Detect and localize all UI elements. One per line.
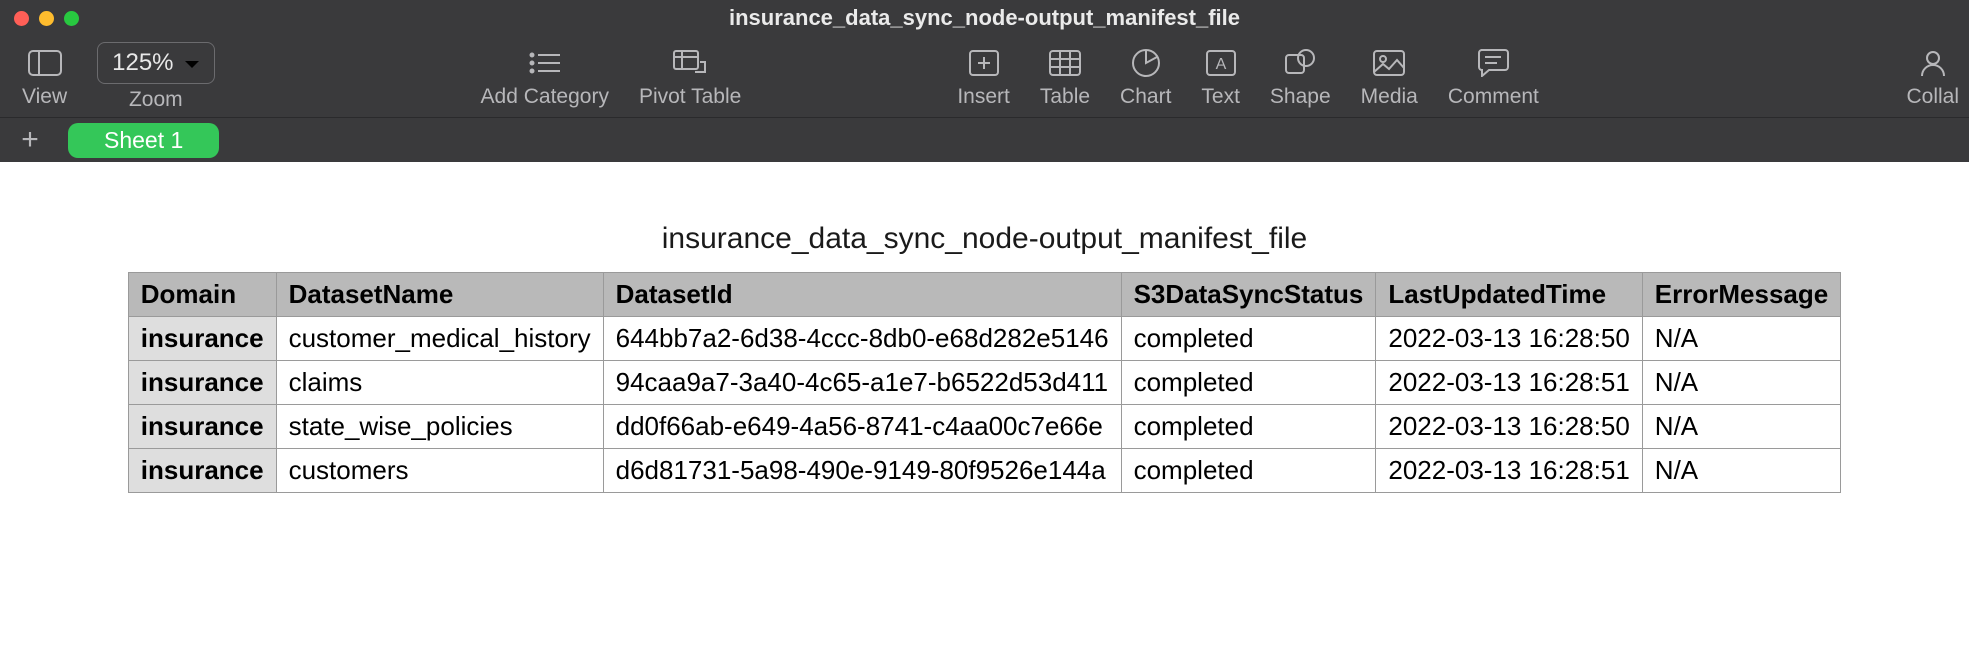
view-button[interactable]: View [10,45,79,109]
cell-updated[interactable]: 2022-03-13 16:28:51 [1376,449,1642,493]
cell-domain[interactable]: insurance [128,317,276,361]
view-label: View [22,85,67,109]
pivot-table-label: Pivot Table [639,85,741,109]
collaborate-icon [1915,45,1951,81]
cell-error[interactable]: N/A [1642,317,1840,361]
chevron-down-icon [184,49,200,77]
insert-button[interactable]: Insert [945,45,1022,109]
pivot-icon [672,45,708,81]
cell-error[interactable]: N/A [1642,361,1840,405]
table-row[interactable]: insurancecustomersd6d81731-5a98-490e-914… [128,449,1840,493]
cell-updated[interactable]: 2022-03-13 16:28:50 [1376,405,1642,449]
table-label: Table [1040,85,1090,109]
sidebar-icon [27,45,63,81]
insert-icon [966,45,1002,81]
cell-status[interactable]: completed [1121,361,1376,405]
shape-button[interactable]: Shape [1258,45,1343,109]
zoom-control[interactable]: 125% Zoom [85,42,226,112]
window-title: insurance_data_sync_node-output_manifest… [729,5,1240,31]
table-button[interactable]: Table [1028,45,1102,109]
cell-status[interactable]: completed [1121,405,1376,449]
chart-icon [1128,45,1164,81]
table-title[interactable]: insurance_data_sync_node-output_manifest… [60,222,1909,256]
minimize-window-button[interactable] [39,11,54,26]
list-icon [527,45,563,81]
cell-datasetname[interactable]: customer_medical_history [276,317,603,361]
cell-domain[interactable]: insurance [128,405,276,449]
text-icon: A [1203,45,1239,81]
cell-datasetid[interactable]: dd0f66ab-e649-4a56-8741-c4aa00c7e66e [603,405,1121,449]
cell-datasetid[interactable]: d6d81731-5a98-490e-9149-80f9526e144a [603,449,1121,493]
table-row[interactable]: insurancestate_wise_policiesdd0f66ab-e64… [128,405,1840,449]
zoom-label: Zoom [129,88,183,112]
add-category-label: Add Category [481,85,609,109]
add-sheet-button[interactable]: + [16,125,44,155]
svg-text:A: A [1215,56,1226,73]
cell-datasetid[interactable]: 94caa9a7-3a40-4c65-a1e7-b6522d53d411 [603,361,1121,405]
spreadsheet-canvas[interactable]: insurance_data_sync_node-output_manifest… [0,162,1969,493]
media-button[interactable]: Media [1349,45,1430,109]
pivot-table-button[interactable]: Pivot Table [627,45,753,109]
col-datasetid[interactable]: DatasetId [603,273,1121,317]
table-row[interactable]: insurancecustomer_medical_history644bb7a… [128,317,1840,361]
chart-label: Chart [1120,85,1171,109]
insert-label: Insert [957,85,1010,109]
table-header-row: Domain DatasetName DatasetId S3DataSyncS… [128,273,1840,317]
col-status[interactable]: S3DataSyncStatus [1121,273,1376,317]
col-updated[interactable]: LastUpdatedTime [1376,273,1642,317]
media-icon [1371,45,1407,81]
media-label: Media [1361,85,1418,109]
cell-datasetid[interactable]: 644bb7a2-6d38-4ccc-8db0-e68d282e5146 [603,317,1121,361]
cell-status[interactable]: completed [1121,317,1376,361]
cell-domain[interactable]: insurance [128,449,276,493]
collaborate-label: Collal [1906,85,1959,109]
cell-datasetname[interactable]: claims [276,361,603,405]
add-category-button[interactable]: Add Category [469,45,621,109]
comment-label: Comment [1448,85,1539,109]
toolbar: View 125% Zoom Add Category Pivot Table … [0,36,1969,118]
col-datasetname[interactable]: DatasetName [276,273,603,317]
cell-datasetname[interactable]: state_wise_policies [276,405,603,449]
close-window-button[interactable] [14,11,29,26]
comment-icon [1475,45,1511,81]
cell-updated[interactable]: 2022-03-13 16:28:50 [1376,317,1642,361]
text-label: Text [1201,85,1240,109]
chart-button[interactable]: Chart [1108,45,1183,109]
traffic-lights [14,11,79,26]
table-icon [1047,45,1083,81]
cell-error[interactable]: N/A [1642,405,1840,449]
text-button[interactable]: A Text [1189,45,1252,109]
sheet-tab-bar: + Sheet 1 [0,118,1969,162]
titlebar: insurance_data_sync_node-output_manifest… [0,0,1969,36]
cell-updated[interactable]: 2022-03-13 16:28:51 [1376,361,1642,405]
data-table[interactable]: Domain DatasetName DatasetId S3DataSyncS… [128,272,1841,493]
zoom-value: 125% [112,49,173,77]
sheet-tab-active[interactable]: Sheet 1 [68,123,219,158]
col-domain[interactable]: Domain [128,273,276,317]
cell-status[interactable]: completed [1121,449,1376,493]
shape-label: Shape [1270,85,1331,109]
cell-domain[interactable]: insurance [128,361,276,405]
cell-datasetname[interactable]: customers [276,449,603,493]
collaborate-button[interactable]: Collal [1894,45,1959,109]
cell-error[interactable]: N/A [1642,449,1840,493]
comment-button[interactable]: Comment [1436,45,1551,109]
table-row[interactable]: insuranceclaims94caa9a7-3a40-4c65-a1e7-b… [128,361,1840,405]
fullscreen-window-button[interactable] [64,11,79,26]
col-error[interactable]: ErrorMessage [1642,273,1840,317]
shape-icon [1282,45,1318,81]
